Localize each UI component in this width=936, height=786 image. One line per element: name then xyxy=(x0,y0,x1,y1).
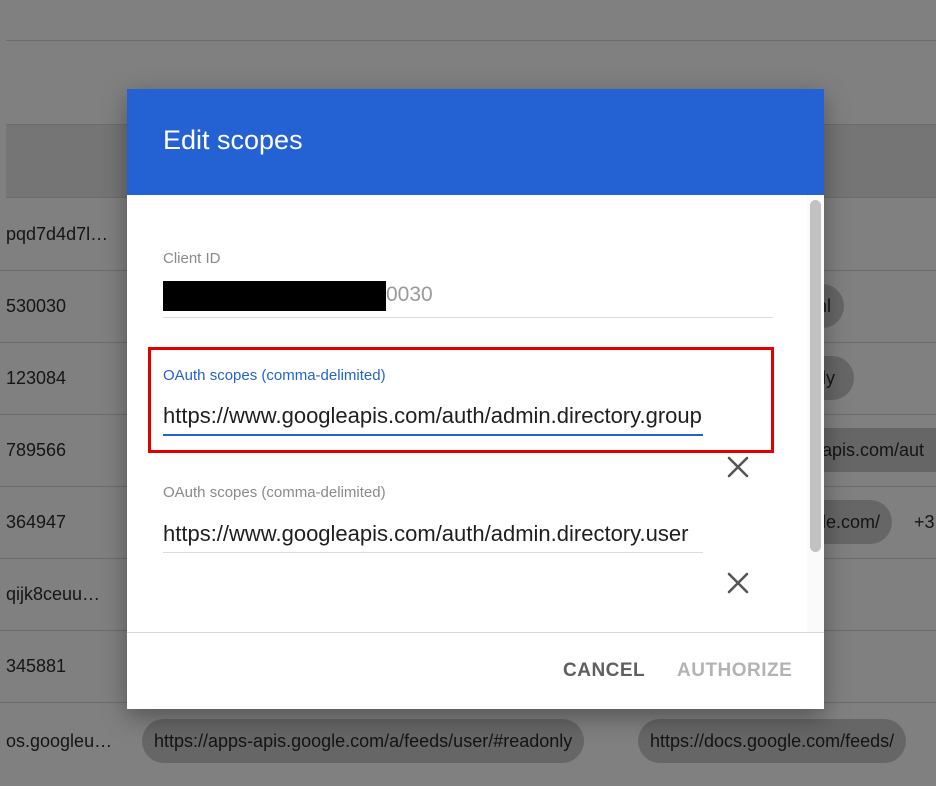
authorize-button[interactable]: AUTHORIZE xyxy=(677,660,792,682)
oauth-scopes-input[interactable] xyxy=(163,515,703,553)
scope-chip: https://apps-apis.google.com/a/feeds/use… xyxy=(142,719,585,763)
oauth-scopes-input[interactable] xyxy=(163,398,703,436)
table-row: os.googleu… https://apps-apis.google.com… xyxy=(0,705,936,777)
edit-scopes-dialog: Edit scopes Client ID 0030 OAuth scopes … xyxy=(127,89,824,709)
client-id-cell: 345881 xyxy=(6,656,67,676)
oauth-scopes-label: OAuth scopes (comma-delimited) xyxy=(163,367,386,384)
redaction-bar xyxy=(163,281,386,311)
dialog-body: Client ID 0030 OAuth scopes (comma-delim… xyxy=(127,195,824,632)
dialog-title: Edit scopes xyxy=(163,125,303,155)
close-icon[interactable] xyxy=(722,567,754,599)
client-id-label: Client ID xyxy=(163,250,221,267)
scope-chip: https://docs.google.com/feeds/ xyxy=(638,719,907,763)
client-id-field: 0030 xyxy=(163,281,773,318)
client-id-cell: 123084 xyxy=(6,368,67,388)
client-id-cell: qijk8ceuu… xyxy=(6,584,101,604)
client-id-cell: 530030 xyxy=(6,296,67,316)
oauth-scopes-label: OAuth scopes (comma-delimited) xyxy=(163,484,386,501)
divider xyxy=(6,40,936,41)
dialog-header: Edit scopes xyxy=(127,89,824,195)
client-id-cell: 789566 xyxy=(6,440,67,460)
client-id-cell: pqd7d4d7l… xyxy=(6,224,109,244)
client-id-value: 0030 xyxy=(386,283,433,306)
cancel-button[interactable]: CANCEL xyxy=(563,660,645,682)
more-chips-count: +3 xyxy=(914,512,935,532)
client-id-cell: 364947 xyxy=(6,512,67,532)
client-id-cell: os.googleu… xyxy=(6,731,113,751)
dialog-footer: CANCEL AUTHORIZE xyxy=(127,632,824,709)
scrollbar-thumb[interactable] xyxy=(810,200,821,552)
close-icon[interactable] xyxy=(722,451,754,483)
